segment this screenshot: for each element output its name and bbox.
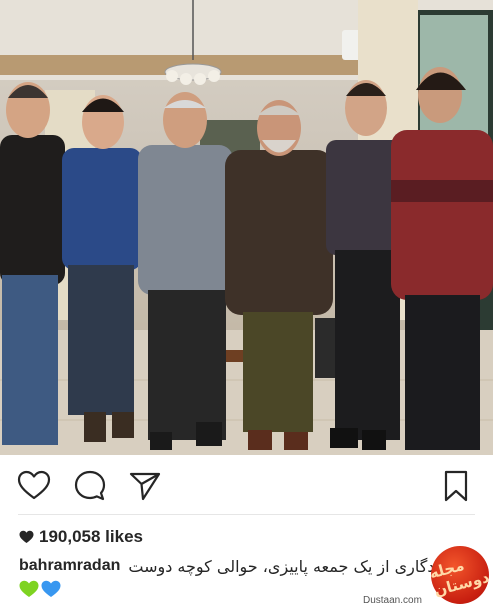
likes-count[interactable]: 190,058 likes [39, 527, 143, 547]
likes-count-row[interactable]: 190,058 likes [19, 527, 143, 547]
username-link[interactable]: bahramradan [19, 557, 120, 575]
watermark-logo: مجله دوستان [427, 546, 491, 604]
like-button[interactable] [17, 469, 51, 503]
watermark-url: Dustaan.com [363, 595, 422, 606]
comment-bubble-icon [74, 470, 106, 501]
heart-filled-icon [19, 530, 34, 543]
site-watermark: مجله دوستان Dustaan.com [363, 546, 491, 608]
watermark-logo-text: مجله دوستان [427, 555, 492, 600]
post-action-bar [0, 455, 493, 515]
save-button[interactable] [441, 469, 471, 503]
comment-button[interactable] [73, 469, 107, 503]
blue-heart-icon [41, 580, 61, 597]
share-button[interactable] [128, 469, 162, 503]
divider [18, 514, 475, 515]
caption-emojis [19, 580, 61, 600]
heart-outline-icon [17, 470, 51, 500]
green-heart-icon [19, 580, 39, 597]
post-photo[interactable] [0, 0, 493, 455]
bookmark-icon [444, 470, 468, 502]
paper-plane-icon [129, 472, 161, 501]
group-photo [0, 0, 493, 455]
